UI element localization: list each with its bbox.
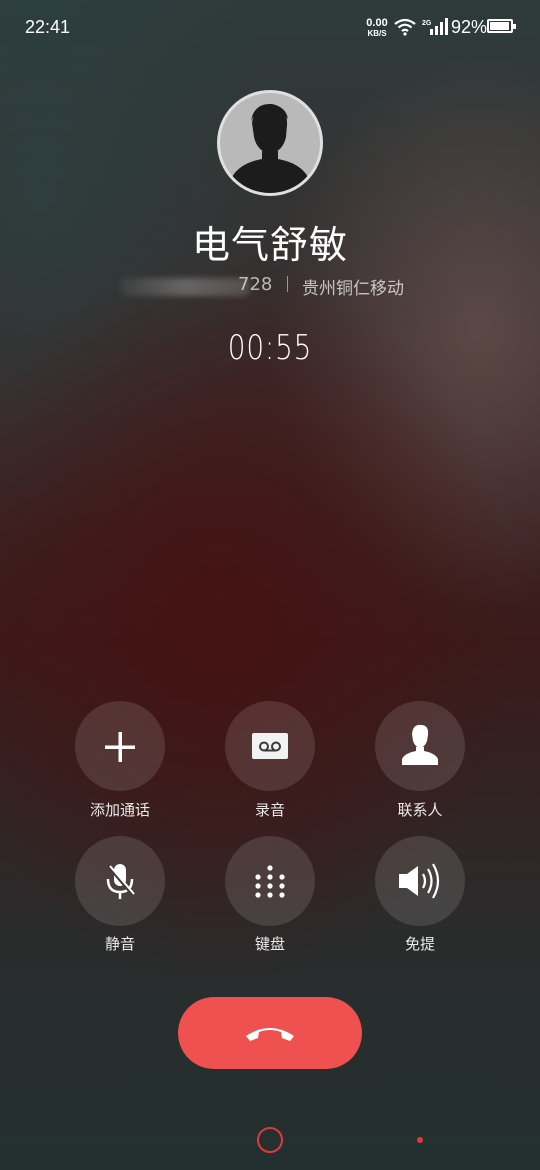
subline-divider bbox=[287, 276, 288, 292]
caller-location: 贵州铜仁移动 bbox=[302, 279, 404, 299]
number-redaction bbox=[120, 278, 250, 296]
battery-fill bbox=[490, 22, 509, 30]
status-time: 22:41 bbox=[25, 17, 71, 37]
caller-number: 728 bbox=[120, 272, 280, 298]
caller-avatar bbox=[217, 90, 323, 196]
contacts-button[interactable] bbox=[375, 701, 465, 791]
wifi-icon bbox=[394, 18, 416, 36]
speaker-label: 免提 bbox=[404, 935, 435, 953]
add-call-label: 添加通话 bbox=[89, 801, 150, 819]
nav-dot-indicator bbox=[417, 1137, 423, 1143]
network-speed: 0.00 KB/S bbox=[362, 17, 392, 38]
keypad-button[interactable] bbox=[225, 836, 315, 926]
caller-number-tail: 728 bbox=[238, 274, 273, 295]
network-speed-unit: KB/S bbox=[367, 29, 387, 38]
battery-icon bbox=[487, 19, 516, 33]
contacts-label: 联系人 bbox=[397, 801, 443, 819]
record-button[interactable] bbox=[225, 701, 315, 791]
record-label: 录音 bbox=[254, 801, 285, 819]
call-duration: 00:55 bbox=[227, 328, 313, 368]
mute-button[interactable] bbox=[75, 836, 165, 926]
home-button[interactable] bbox=[257, 1127, 283, 1153]
signal-type-label: 2G bbox=[422, 20, 432, 27]
add-call-icon bbox=[105, 732, 135, 762]
battery-percent: 92% bbox=[451, 17, 488, 37]
end-call-button[interactable] bbox=[178, 997, 362, 1069]
caller-subline: 728 贵州铜仁移动 bbox=[0, 272, 540, 299]
person-silhouette-icon bbox=[230, 103, 310, 193]
battery-cap bbox=[513, 24, 516, 29]
network-speed-value: 0.00 bbox=[366, 17, 388, 29]
mute-label: 静音 bbox=[104, 935, 135, 953]
status-bar: 22:41 0.00 KB/S 2G 92% bbox=[0, 0, 540, 56]
hang-up-icon bbox=[246, 1028, 294, 1041]
speaker-icon bbox=[399, 863, 440, 899]
keypad-icon bbox=[255, 865, 285, 898]
mute-icon bbox=[106, 864, 135, 899]
speaker-button[interactable] bbox=[375, 836, 465, 926]
caller-name: 电气舒敏 bbox=[191, 223, 348, 267]
keypad-label: 键盘 bbox=[254, 935, 285, 953]
contacts-icon bbox=[402, 724, 438, 765]
add-call-button[interactable] bbox=[75, 701, 165, 791]
cellular-signal-icon: 2G bbox=[422, 18, 448, 35]
record-icon bbox=[252, 733, 288, 759]
